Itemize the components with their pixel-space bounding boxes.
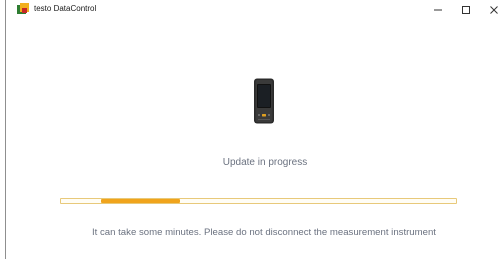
minimize-button[interactable]	[424, 0, 452, 19]
status-text: Update in progress	[222, 157, 308, 168]
progress-bar	[60, 198, 457, 204]
progress-fill	[101, 199, 180, 203]
maximize-button[interactable]	[452, 0, 480, 19]
minimize-icon	[434, 9, 442, 10]
title-bar[interactable]: testo DataControl	[6, 0, 500, 19]
app-icon	[16, 2, 30, 16]
close-icon	[490, 5, 498, 14]
handheld-device-icon	[253, 78, 275, 124]
window-title: testo DataControl	[34, 4, 97, 13]
close-button[interactable]	[480, 0, 500, 19]
info-text: It can take some minutes. Please do not …	[92, 227, 436, 238]
maximize-icon	[462, 5, 470, 14]
app-window: testo DataControl Update in progress It …	[0, 0, 500, 259]
window-left-border	[5, 0, 6, 259]
